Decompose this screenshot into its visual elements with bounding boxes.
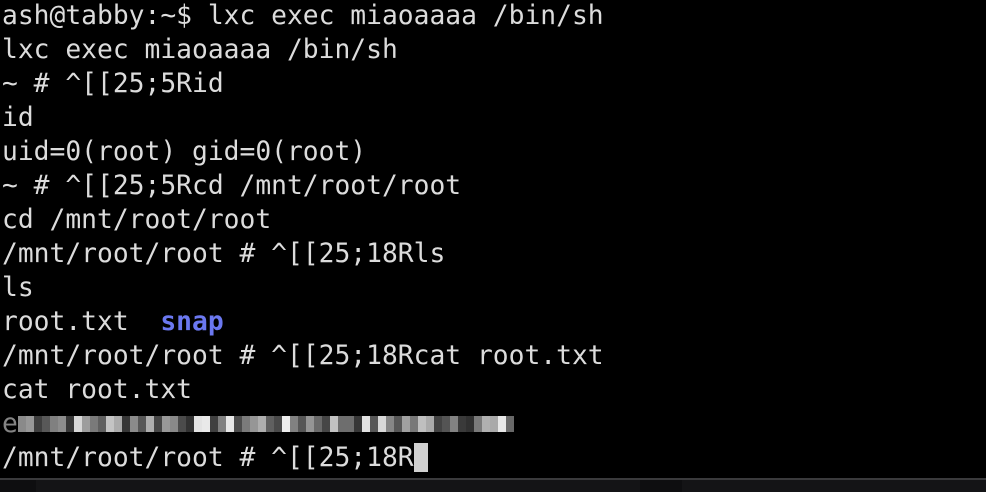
redaction-block xyxy=(457,416,466,432)
redaction-block xyxy=(297,416,306,432)
redaction-block xyxy=(81,416,90,432)
redaction-block xyxy=(353,416,362,432)
terminal-line: uid=0(root) gid=0(root) xyxy=(2,137,367,167)
redaction-block xyxy=(433,416,442,432)
redaction-block xyxy=(305,416,314,432)
redaction-block xyxy=(393,416,402,432)
redaction-block xyxy=(449,416,458,432)
redaction-block xyxy=(57,416,66,432)
status-segment xyxy=(0,480,36,492)
redaction-block xyxy=(345,416,354,432)
redaction-block xyxy=(169,416,178,432)
redaction-block xyxy=(153,416,162,432)
redaction-block xyxy=(281,416,290,432)
redaction-block xyxy=(497,416,506,432)
redaction-block xyxy=(313,416,322,432)
redaction-block xyxy=(241,416,250,432)
terminal-line: /mnt/root/root # ^[[25;18Rls xyxy=(2,239,446,269)
terminal-line: ash@tabby:~$ lxc exec miaoaaaa /bin/sh xyxy=(2,1,604,31)
redaction-block xyxy=(273,416,282,432)
redacted-flag-pixels xyxy=(17,407,514,441)
terminal-line: id xyxy=(2,103,34,133)
status-bar xyxy=(0,478,986,492)
ls-output-line: root.txt snap xyxy=(2,305,604,339)
redaction-block xyxy=(401,416,410,432)
redaction-block xyxy=(33,416,42,432)
redaction-block xyxy=(377,416,386,432)
redaction-block xyxy=(105,416,114,432)
redaction-block xyxy=(369,416,378,432)
redaction-block xyxy=(41,416,50,432)
redaction-block xyxy=(505,416,514,432)
terminal-line: cat root.txt xyxy=(2,375,192,405)
redaction-block xyxy=(249,416,258,432)
redaction-block xyxy=(257,416,266,432)
directory-entry: snap xyxy=(160,307,224,337)
redaction-block xyxy=(425,416,434,432)
redaction-block xyxy=(17,416,26,432)
redaction-block xyxy=(465,416,474,432)
terminal-line: lxc exec miaoaaaa /bin/sh xyxy=(2,35,398,65)
redaction-block xyxy=(161,416,170,432)
redaction-block xyxy=(129,416,138,432)
redaction-block xyxy=(137,416,146,432)
redaction-block xyxy=(185,416,194,432)
redaction-block xyxy=(113,416,122,432)
redaction-block xyxy=(481,416,490,432)
redaction-block xyxy=(25,416,34,432)
file-entry: root.txt xyxy=(2,307,129,337)
redaction-block xyxy=(473,416,482,432)
separator xyxy=(129,307,161,337)
redaction-block xyxy=(89,416,98,432)
redaction-block xyxy=(217,416,226,432)
redacted-flag-line: e xyxy=(2,407,604,441)
redaction-block xyxy=(385,416,394,432)
redaction-block xyxy=(233,416,242,432)
redaction-block xyxy=(97,416,106,432)
redaction-block xyxy=(65,416,74,432)
redaction-block xyxy=(289,416,298,432)
redaction-block xyxy=(225,416,234,432)
terminal-line: /mnt/root/root # ^[[25;18Rcat root.txt xyxy=(2,341,604,371)
terminal-line: ~ # ^[[25;5Rid xyxy=(2,69,224,99)
terminal-line: ~ # ^[[25;5Rcd /mnt/root/root xyxy=(2,171,462,201)
redaction-block xyxy=(361,416,370,432)
redaction-block xyxy=(329,416,338,432)
redaction-block xyxy=(201,416,210,432)
redacted-prefix: e xyxy=(2,409,18,439)
current-prompt-line[interactable]: /mnt/root/root # ^[[25;18R xyxy=(2,441,604,475)
terminal-line: ls xyxy=(2,273,34,303)
redaction-block xyxy=(145,416,154,432)
status-segment xyxy=(640,480,682,492)
redaction-block xyxy=(337,416,346,432)
redaction-block xyxy=(321,416,330,432)
redaction-block xyxy=(73,416,82,432)
cursor xyxy=(413,443,428,472)
redaction-block xyxy=(49,416,58,432)
redaction-block xyxy=(193,416,202,432)
redaction-block xyxy=(441,416,450,432)
redaction-block xyxy=(265,416,274,432)
redaction-block xyxy=(417,416,426,432)
redaction-block xyxy=(409,416,418,432)
redaction-block xyxy=(209,416,218,432)
terminal-output[interactable]: ash@tabby:~$ lxc exec miaoaaaa /bin/sh l… xyxy=(2,0,604,475)
terminal-line: cd /mnt/root/root xyxy=(2,205,272,235)
redaction-block xyxy=(177,416,186,432)
redaction-block xyxy=(121,416,130,432)
redaction-block xyxy=(489,416,498,432)
prompt: /mnt/root/root # ^[[25;18R xyxy=(2,443,414,473)
